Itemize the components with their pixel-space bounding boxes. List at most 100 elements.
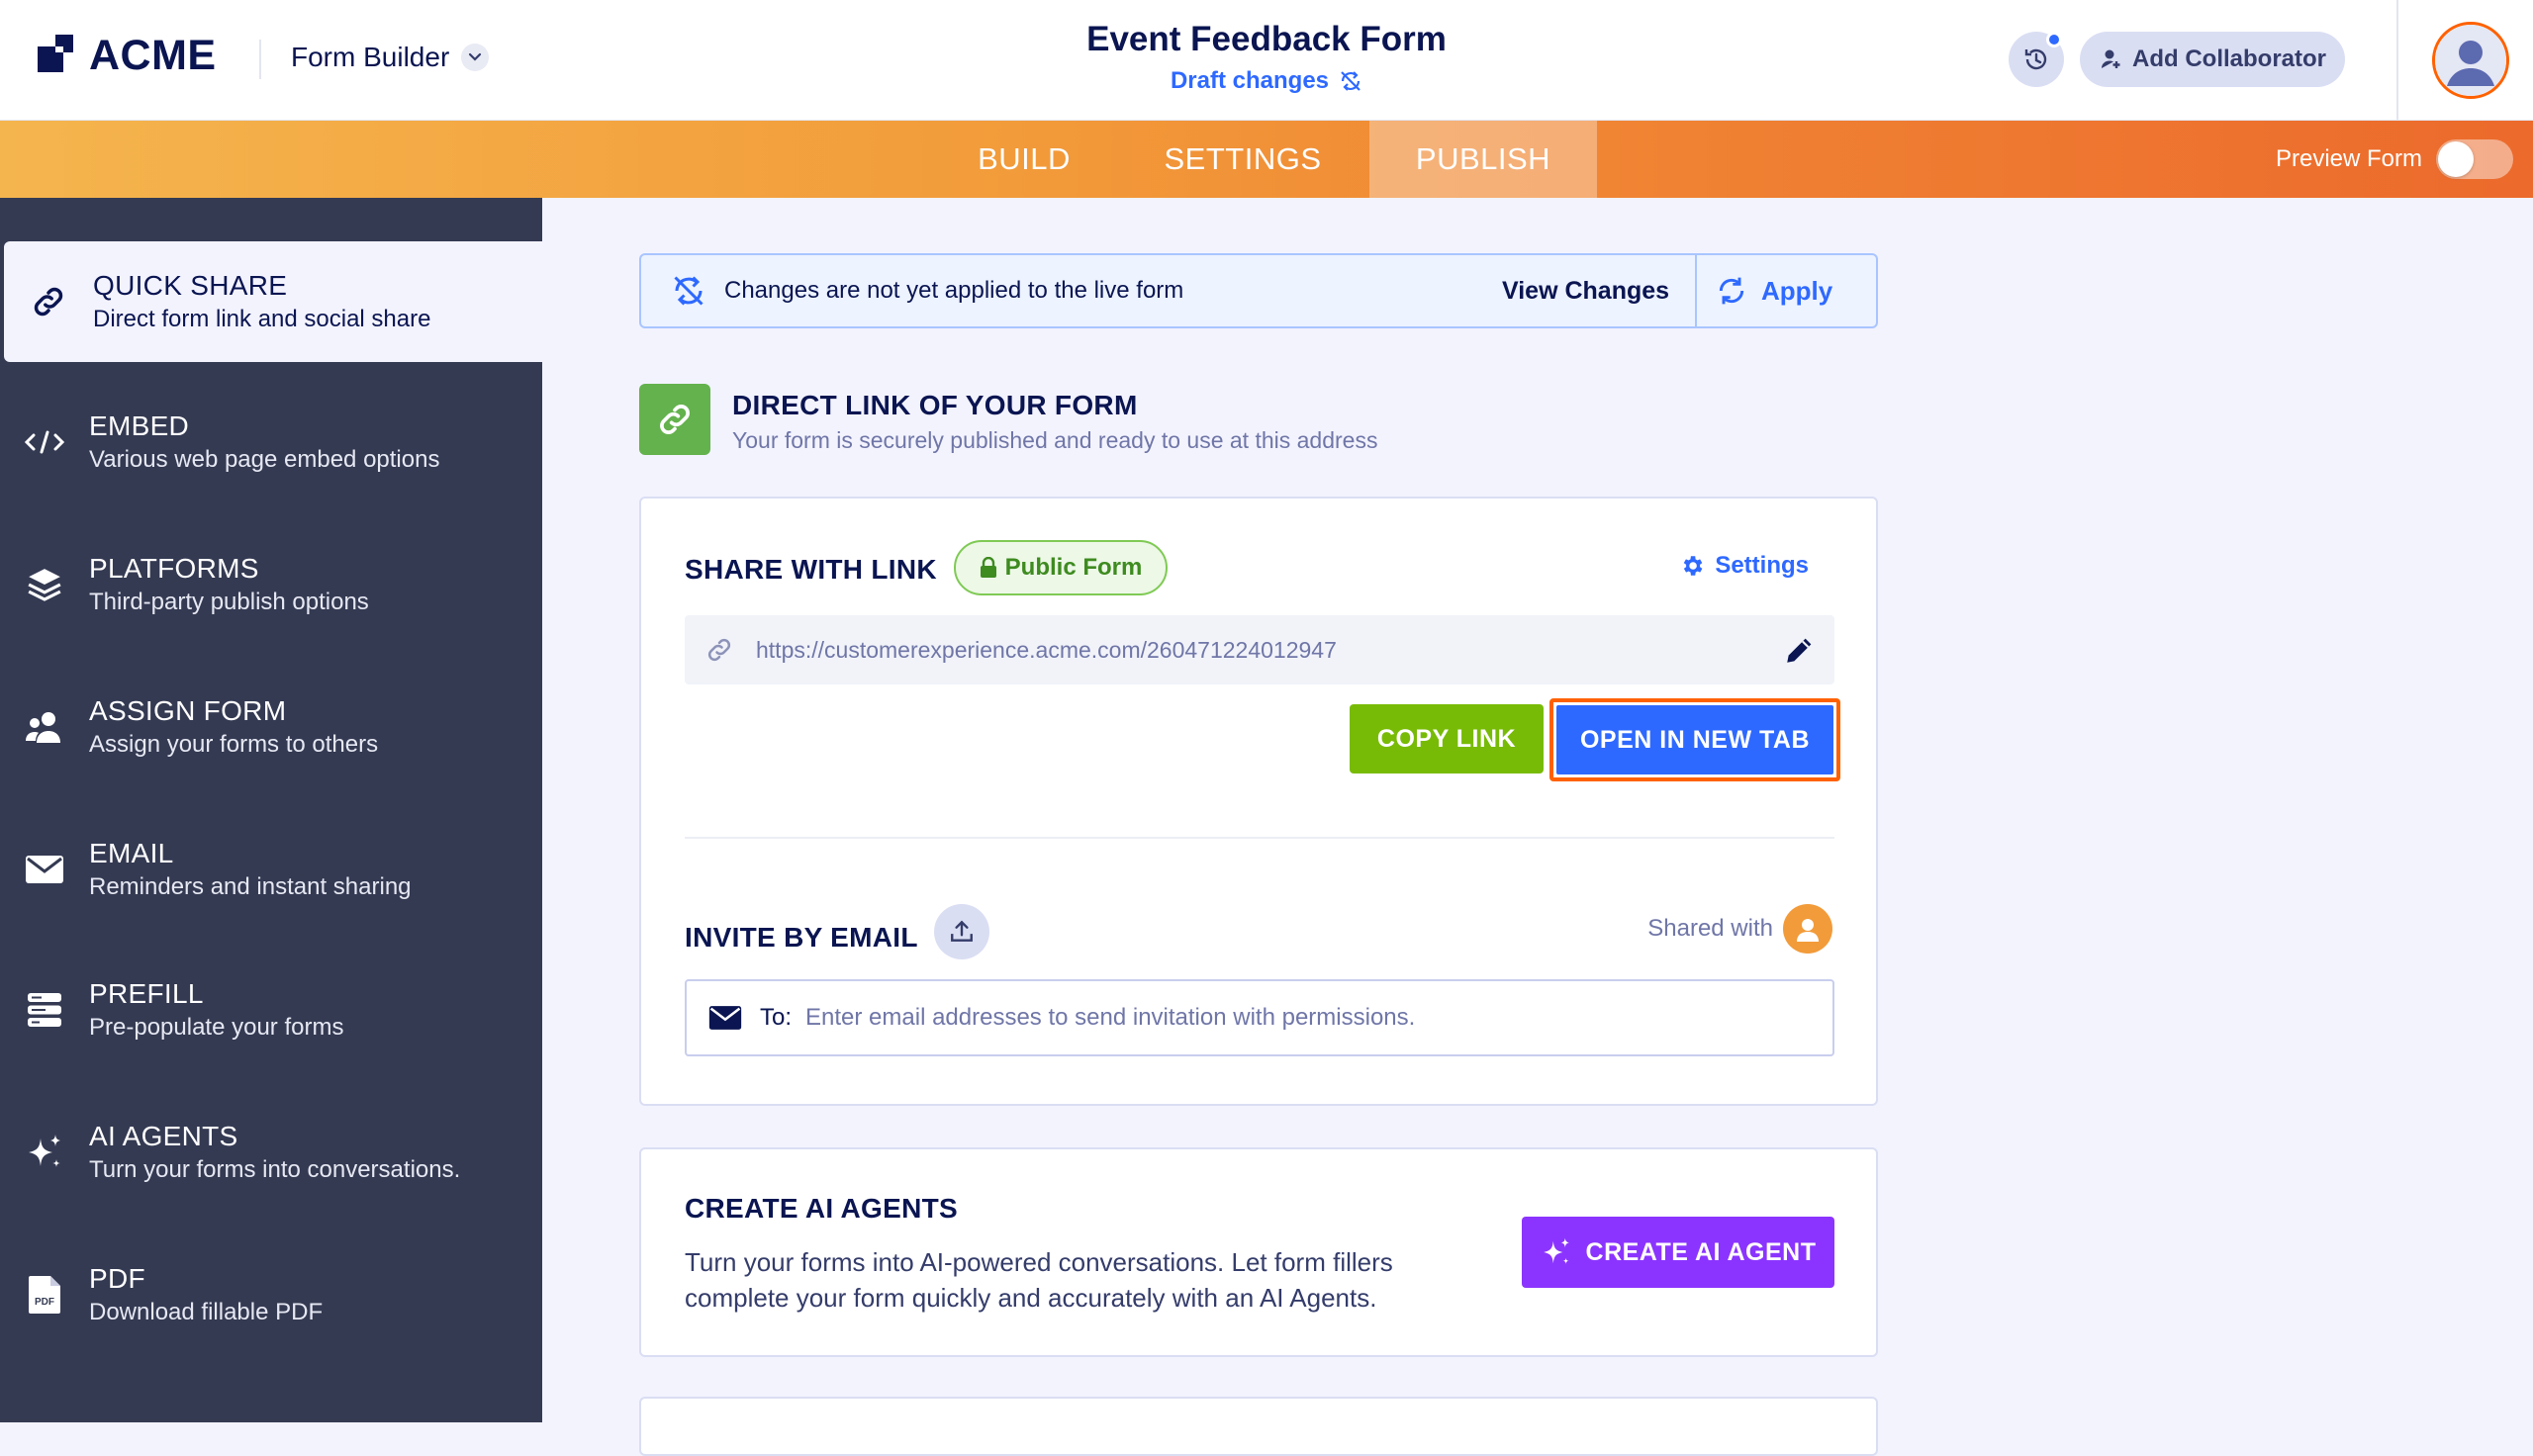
shared-with-label: Shared with: [1647, 915, 1773, 942]
next-card-partial: [639, 1397, 1878, 1456]
preview-form-label: Preview Form: [2275, 145, 2422, 172]
preview-form-control: Preview Form: [2276, 121, 2513, 198]
sidebar-item-title: AI AGENTS: [89, 1121, 238, 1151]
preview-form-toggle[interactable]: [2436, 139, 2513, 179]
ai-agents-card: CREATE AI AGENTS Turn your forms into AI…: [639, 1147, 1878, 1357]
sidebar-item-subtitle: Third-party publish options: [89, 589, 369, 615]
draft-changes-link[interactable]: Draft changes: [1171, 67, 1362, 95]
svg-text:PDF: PDF: [35, 1297, 54, 1308]
sidebar-item-title: PDF: [89, 1263, 145, 1294]
direct-link-title: DIRECT LINK OF YOUR FORM: [732, 390, 1138, 420]
apply-button[interactable]: Apply: [1716, 255, 1832, 326]
sidebar-item-ai-agents[interactable]: AI AGENTS Turn your forms into conversat…: [0, 1092, 542, 1213]
link-icon: [707, 638, 731, 662]
link-icon: [4, 283, 93, 320]
sidebar-item-title: PREFILL: [89, 978, 204, 1009]
copy-link-button[interactable]: COPY LINK: [1350, 704, 1544, 774]
sidebar-item-subtitle: Download fillable PDF: [89, 1299, 324, 1325]
form-builder-dropdown[interactable]: Form Builder: [291, 42, 490, 73]
sidebar-item-subtitle: Reminders and instant sharing: [89, 873, 412, 900]
chevron-down-icon: [461, 44, 490, 71]
sidebar-item-subtitle: Direct form link and social share: [93, 306, 431, 332]
sidebar-item-subtitle: Assign your forms to others: [89, 731, 379, 758]
history-icon: [2024, 48, 2047, 70]
lock-icon: [980, 557, 996, 578]
acme-logo[interactable]: ACME: [38, 32, 217, 80]
create-ai-agents-description: Turn your forms into AI-powered conversa…: [685, 1247, 1393, 1313]
toggle-knob: [2438, 141, 2474, 177]
edit-url-button[interactable]: [1783, 633, 1817, 672]
notification-dot: [2046, 32, 2062, 47]
pencil-icon: [1787, 638, 1812, 663]
user-avatar[interactable]: [2432, 22, 2509, 99]
sidebar-item-platforms[interactable]: PLATFORMS Third-party publish options: [0, 524, 542, 645]
top-header: ACME Form Builder Event Feedback Form Dr…: [0, 0, 2533, 121]
prefill-icon: [0, 991, 89, 1029]
add-collaborator-button[interactable]: Add Collaborator: [2080, 32, 2345, 87]
envelope-icon: [0, 854, 89, 885]
share-with-link-title: SHARE WITH LINK: [685, 554, 937, 585]
header-divider: [259, 40, 261, 79]
share-card: SHARE WITH LINK Public Form Settings htt…: [639, 497, 1878, 1106]
settings-label: Settings: [1715, 552, 1809, 579]
refresh-icon: [1719, 277, 1744, 305]
users-icon: [0, 709, 89, 745]
tab-publish[interactable]: PUBLISH: [1369, 121, 1597, 198]
sidebar-item-title: EMAIL: [89, 838, 174, 868]
invite-by-email-title: INVITE BY EMAIL: [685, 922, 918, 953]
shared-user-avatar-icon: [1783, 904, 1832, 954]
create-ai-agents-title: CREATE AI AGENTS: [685, 1193, 958, 1224]
sidebar-item-assign-form[interactable]: ASSIGN FORM Assign your forms to others: [0, 667, 542, 787]
sync-off-icon: [1341, 71, 1360, 91]
logo-mark-icon: [38, 34, 73, 72]
sidebar-item-pdf[interactable]: PDF PDF Download fillable PDF: [0, 1234, 542, 1355]
form-builder-label: Form Builder: [291, 42, 450, 72]
code-icon: [0, 427, 89, 457]
invite-email-input[interactable]: [805, 1004, 1776, 1032]
user-icon: [2435, 25, 2506, 96]
sidebar-item-subtitle: Various web page embed options: [89, 446, 440, 473]
logo-text: ACME: [89, 32, 217, 79]
sparkle-icon: [1543, 1237, 1569, 1264]
unapplied-changes-banner: Changes are not yet applied to the live …: [639, 253, 1878, 328]
form-url-text: https://customerexperience.acme.com/2604…: [756, 636, 1337, 663]
direct-link-subtitle: Your form is securely published and read…: [732, 427, 1378, 453]
sync-off-icon: [671, 273, 706, 309]
create-ai-agent-label: CREATE AI AGENT: [1585, 1237, 1817, 1266]
envelope-icon: [708, 1006, 742, 1030]
sidebar-item-quick-share[interactable]: QUICK SHARE Direct form link and social …: [4, 241, 542, 362]
view-changes-button[interactable]: View Changes: [1502, 255, 1669, 326]
sidebar-item-prefill[interactable]: PREFILL Pre-populate your forms: [0, 950, 542, 1070]
draft-changes-label: Draft changes: [1170, 67, 1330, 94]
pdf-icon: PDF: [0, 1275, 89, 1315]
card-divider: [685, 837, 1834, 839]
tab-build[interactable]: BUILD: [948, 121, 1100, 198]
sidebar-item-title: PLATFORMS: [89, 553, 259, 584]
public-form-badge[interactable]: Public Form: [954, 540, 1168, 595]
open-in-new-tab-button[interactable]: OPEN IN NEW TAB: [1556, 705, 1833, 774]
sidebar-item-subtitle: Turn your forms into conversations.: [89, 1156, 461, 1183]
builder-nav-bar: BUILD SETTINGS PUBLISH Preview Form: [0, 121, 2533, 198]
sidebar-item-email[interactable]: EMAIL Reminders and instant sharing: [0, 809, 542, 930]
history-button[interactable]: [2009, 32, 2064, 87]
direct-link-icon-box: [639, 384, 710, 455]
form-url-field[interactable]: https://customerexperience.acme.com/2604…: [685, 615, 1834, 684]
banner-divider: [1695, 255, 1697, 326]
add-collaborator-label: Add Collaborator: [2132, 46, 2326, 72]
add-user-icon: [2102, 49, 2120, 68]
header-divider-right: [2396, 0, 2398, 121]
shared-with-indicator[interactable]: Shared with: [1647, 904, 1832, 954]
apply-label: Apply: [1761, 275, 1833, 306]
sidebar-item-title: EMBED: [89, 410, 190, 441]
open-in-new-tab-highlight: OPEN IN NEW TAB: [1549, 698, 1840, 781]
invite-email-field[interactable]: To:: [685, 979, 1834, 1056]
gear-icon: [1684, 556, 1703, 576]
publish-sidebar: QUICK SHARE Direct form link and social …: [0, 198, 542, 1422]
tab-settings[interactable]: SETTINGS: [1146, 121, 1340, 198]
sidebar-item-embed[interactable]: EMBED Various web page embed options: [0, 382, 542, 502]
create-ai-agent-button[interactable]: CREATE AI AGENT: [1522, 1217, 1834, 1288]
banner-message: Changes are not yet applied to the live …: [724, 277, 1184, 304]
public-form-label: Public Form: [1004, 554, 1143, 581]
share-settings-button[interactable]: Settings: [1679, 552, 1809, 580]
upload-contacts-button[interactable]: [934, 904, 989, 959]
